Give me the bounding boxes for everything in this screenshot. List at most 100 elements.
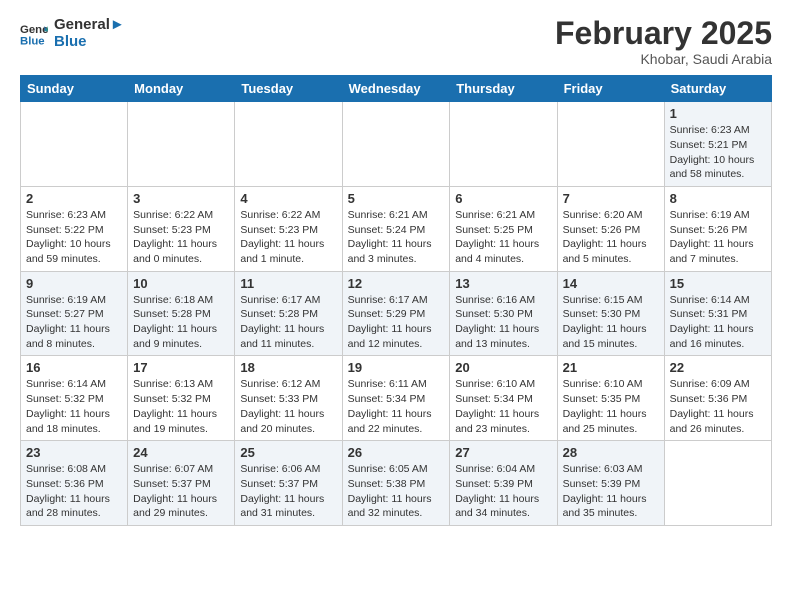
week-row-1: 1 Sunrise: 6:23 AMSunset: 5:21 PMDaylight… [21, 102, 772, 187]
calendar-cell: 25Sunrise: 6:06 AMSunset: 5:37 PMDayligh… [235, 441, 342, 526]
day-info: Sunrise: 6:14 AMSunset: 5:31 PMDaylight:… [670, 293, 766, 352]
weekday-friday: Friday [557, 76, 664, 102]
day-number: 1 [670, 106, 766, 121]
logo-general: General► [54, 16, 125, 33]
day-info: Sunrise: 6:03 AMSunset: 5:39 PMDaylight:… [563, 462, 659, 521]
calendar-cell [342, 102, 450, 187]
calendar-cell: 9 Sunrise: 6:19 AMSunset: 5:27 PMDaylight… [21, 271, 128, 356]
day-info: Sunrise: 6:09 AMSunset: 5:36 PMDaylight:… [670, 377, 766, 436]
day-number: 26 [348, 445, 445, 460]
day-number: 14 [563, 276, 659, 291]
day-info: Sunrise: 6:22 AMSunset: 5:23 PMDaylight:… [240, 208, 336, 267]
title-block: February 2025 Khobar, Saudi Arabia [555, 16, 772, 67]
calendar-cell: 22 Sunrise: 6:09 AMSunset: 5:36 PMDayligh… [664, 356, 771, 441]
day-info: Sunrise: 6:07 AMSunset: 5:37 PMDaylight:… [133, 462, 229, 521]
calendar-cell: 7Sunrise: 6:20 AMSunset: 5:26 PMDaylight… [557, 186, 664, 271]
calendar-cell: 28 Sunrise: 6:03 AMSunset: 5:39 PMDayligh… [557, 441, 664, 526]
logo: General Blue General► Blue [20, 16, 125, 51]
day-number: 27 [455, 445, 551, 460]
calendar-cell: 4 Sunrise: 6:22 AMSunset: 5:23 PMDaylight… [235, 186, 342, 271]
day-info: Sunrise: 6:18 AMSunset: 5:28 PMDaylight:… [133, 293, 229, 352]
week-row-4: 16 Sunrise: 6:14 AMSunset: 5:32 PMDayligh… [21, 356, 772, 441]
day-info: Sunrise: 6:10 AMSunset: 5:34 PMDaylight:… [455, 377, 551, 436]
logo-blue: Blue [54, 33, 125, 50]
day-info: Sunrise: 6:19 AMSunset: 5:26 PMDaylight:… [670, 208, 766, 267]
svg-text:Blue: Blue [20, 36, 45, 48]
calendar-cell [128, 102, 235, 187]
day-number: 25 [240, 445, 336, 460]
calendar-cell: 6 Sunrise: 6:21 AMSunset: 5:25 PMDaylight… [450, 186, 557, 271]
day-number: 7 [563, 191, 659, 206]
day-info: Sunrise: 6:21 AMSunset: 5:24 PMDaylight:… [348, 208, 445, 267]
weekday-monday: Monday [128, 76, 235, 102]
day-number: 5 [348, 191, 445, 206]
day-number: 11 [240, 276, 336, 291]
day-number: 15 [670, 276, 766, 291]
day-number: 23 [26, 445, 122, 460]
calendar-cell: 13Sunrise: 6:16 AMSunset: 5:30 PMDayligh… [450, 271, 557, 356]
day-info: Sunrise: 6:17 AMSunset: 5:29 PMDaylight:… [348, 293, 445, 352]
day-number: 22 [670, 360, 766, 375]
week-row-2: 2Sunrise: 6:23 AMSunset: 5:22 PMDaylight… [21, 186, 772, 271]
calendar-cell: 12 Sunrise: 6:17 AMSunset: 5:29 PMDayligh… [342, 271, 450, 356]
calendar-cell: 26 Sunrise: 6:05 AMSunset: 5:38 PMDayligh… [342, 441, 450, 526]
calendar-cell [21, 102, 128, 187]
day-info: Sunrise: 6:04 AMSunset: 5:39 PMDaylight:… [455, 462, 551, 521]
calendar-cell [235, 102, 342, 187]
calendar-cell: 20 Sunrise: 6:10 AMSunset: 5:34 PMDayligh… [450, 356, 557, 441]
page: General Blue General► Blue February 2025… [0, 0, 792, 542]
day-info: Sunrise: 6:16 AMSunset: 5:30 PMDaylight:… [455, 293, 551, 352]
calendar-cell: 1 Sunrise: 6:23 AMSunset: 5:21 PMDaylight… [664, 102, 771, 187]
calendar-cell: 17Sunrise: 6:13 AMSunset: 5:32 PMDayligh… [128, 356, 235, 441]
svg-text:General: General [20, 24, 48, 36]
header: General Blue General► Blue February 2025… [20, 16, 772, 67]
calendar-cell: 10Sunrise: 6:18 AMSunset: 5:28 PMDayligh… [128, 271, 235, 356]
calendar-cell: 23 Sunrise: 6:08 AMSunset: 5:36 PMDayligh… [21, 441, 128, 526]
weekday-tuesday: Tuesday [235, 76, 342, 102]
weekday-thursday: Thursday [450, 76, 557, 102]
calendar-cell: 16 Sunrise: 6:14 AMSunset: 5:32 PMDayligh… [21, 356, 128, 441]
day-info: Sunrise: 6:08 AMSunset: 5:36 PMDaylight:… [26, 462, 122, 521]
day-number: 19 [348, 360, 445, 375]
day-info: Sunrise: 6:15 AMSunset: 5:30 PMDaylight:… [563, 293, 659, 352]
week-row-3: 9 Sunrise: 6:19 AMSunset: 5:27 PMDaylight… [21, 271, 772, 356]
day-number: 17 [133, 360, 229, 375]
weekday-saturday: Saturday [664, 76, 771, 102]
day-number: 3 [133, 191, 229, 206]
calendar-cell: 2Sunrise: 6:23 AMSunset: 5:22 PMDaylight… [21, 186, 128, 271]
calendar-cell: 18 Sunrise: 6:12 AMSunset: 5:33 PMDayligh… [235, 356, 342, 441]
day-info: Sunrise: 6:11 AMSunset: 5:34 PMDaylight:… [348, 377, 445, 436]
day-number: 4 [240, 191, 336, 206]
day-number: 18 [240, 360, 336, 375]
calendar-cell: 8Sunrise: 6:19 AMSunset: 5:26 PMDaylight… [664, 186, 771, 271]
weekday-wednesday: Wednesday [342, 76, 450, 102]
day-number: 9 [26, 276, 122, 291]
day-number: 24 [133, 445, 229, 460]
calendar-cell: 11 Sunrise: 6:17 AMSunset: 5:28 PMDayligh… [235, 271, 342, 356]
calendar-cell [664, 441, 771, 526]
calendar-cell: 21Sunrise: 6:10 AMSunset: 5:35 PMDayligh… [557, 356, 664, 441]
day-number: 20 [455, 360, 551, 375]
weekday-header-row: SundayMondayTuesdayWednesdayThursdayFrid… [21, 76, 772, 102]
day-info: Sunrise: 6:05 AMSunset: 5:38 PMDaylight:… [348, 462, 445, 521]
day-number: 6 [455, 191, 551, 206]
day-info: Sunrise: 6:19 AMSunset: 5:27 PMDaylight:… [26, 293, 122, 352]
day-info: Sunrise: 6:23 AMSunset: 5:22 PMDaylight:… [26, 208, 122, 267]
location-subtitle: Khobar, Saudi Arabia [555, 51, 772, 67]
day-number: 12 [348, 276, 445, 291]
week-row-5: 23 Sunrise: 6:08 AMSunset: 5:36 PMDayligh… [21, 441, 772, 526]
day-number: 16 [26, 360, 122, 375]
calendar-cell [450, 102, 557, 187]
day-info: Sunrise: 6:17 AMSunset: 5:28 PMDaylight:… [240, 293, 336, 352]
day-info: Sunrise: 6:10 AMSunset: 5:35 PMDaylight:… [563, 377, 659, 436]
day-info: Sunrise: 6:21 AMSunset: 5:25 PMDaylight:… [455, 208, 551, 267]
day-number: 28 [563, 445, 659, 460]
calendar: SundayMondayTuesdayWednesdayThursdayFrid… [20, 75, 772, 526]
calendar-cell: 3Sunrise: 6:22 AMSunset: 5:23 PMDaylight… [128, 186, 235, 271]
day-info: Sunrise: 6:14 AMSunset: 5:32 PMDaylight:… [26, 377, 122, 436]
day-info: Sunrise: 6:23 AMSunset: 5:21 PMDaylight:… [670, 123, 766, 182]
calendar-cell: 5 Sunrise: 6:21 AMSunset: 5:24 PMDaylight… [342, 186, 450, 271]
day-info: Sunrise: 6:12 AMSunset: 5:33 PMDaylight:… [240, 377, 336, 436]
calendar-cell [557, 102, 664, 187]
weekday-sunday: Sunday [21, 76, 128, 102]
